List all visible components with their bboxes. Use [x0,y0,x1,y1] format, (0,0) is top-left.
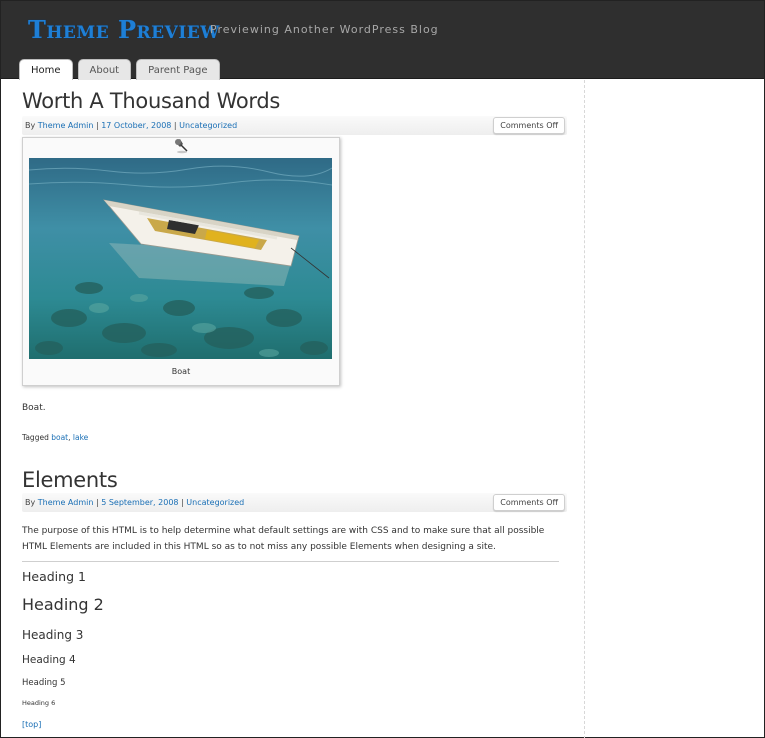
tab-parent-page[interactable]: Parent Page [136,59,220,80]
post-body: The purpose of this HTML is to help dete… [22,526,545,552]
divider [22,561,559,562]
post-meta: By Theme Admin | 17 October, 2008 | Unca… [22,116,567,135]
heading-5: Heading 5 [22,678,66,688]
tag-link-boat[interactable]: boat [51,433,68,442]
category-link[interactable]: Uncategorized [186,498,244,507]
date-link[interactable]: 5 September, 2008 [101,498,178,507]
tab-about[interactable]: About [77,59,132,80]
post-body: Boat. [22,403,46,413]
meta-by: By [25,498,36,507]
tab-home[interactable]: Home [19,59,73,80]
post-elements: Elements By Theme Admin | 5 September, 2… [22,468,567,729]
top-link[interactable]: [top] [22,720,41,729]
date-link[interactable]: 17 October, 2008 [101,121,171,130]
heading-3: Heading 3 [22,628,84,642]
site-tagline: Previewing Another WordPress Blog [210,23,439,36]
post-title[interactable]: Worth A Thousand Words [22,89,567,113]
tagged-label: Tagged [22,433,49,442]
image-caption: Boat [171,367,191,376]
category-link[interactable]: Uncategorized [179,121,237,130]
heading-2: Heading 2 [22,595,104,614]
sidebar-divider [584,80,585,738]
meta-by: By [25,121,36,130]
post-meta: By Theme Admin | 5 September, 2008 | Unc… [22,493,567,512]
heading-4: Heading 4 [22,654,76,666]
heading-1: Heading 1 [22,569,86,584]
pushpin-icon [175,139,188,154]
comments-off-button[interactable]: Comments Off [493,117,565,134]
site-title[interactable]: Theme Preview [28,15,220,44]
author-link[interactable]: Theme Admin [38,121,94,130]
tag-link-lake[interactable]: lake [73,433,88,442]
heading-6: Heading 6 [22,699,56,707]
comments-off-button[interactable]: Comments Off [493,494,565,511]
post-worth-a-thousand-words: Worth A Thousand Words By Theme Admin | … [22,89,567,442]
post-title[interactable]: Elements [22,468,567,492]
author-link[interactable]: Theme Admin [38,498,94,507]
nav-tabs: Home About Parent Page [19,59,220,80]
post-tags: Tagged boat, lake [22,433,89,442]
image-frame: Boat [22,137,340,386]
boat-photo[interactable] [29,158,332,359]
site-header: Theme Preview Previewing Another WordPre… [1,1,764,80]
